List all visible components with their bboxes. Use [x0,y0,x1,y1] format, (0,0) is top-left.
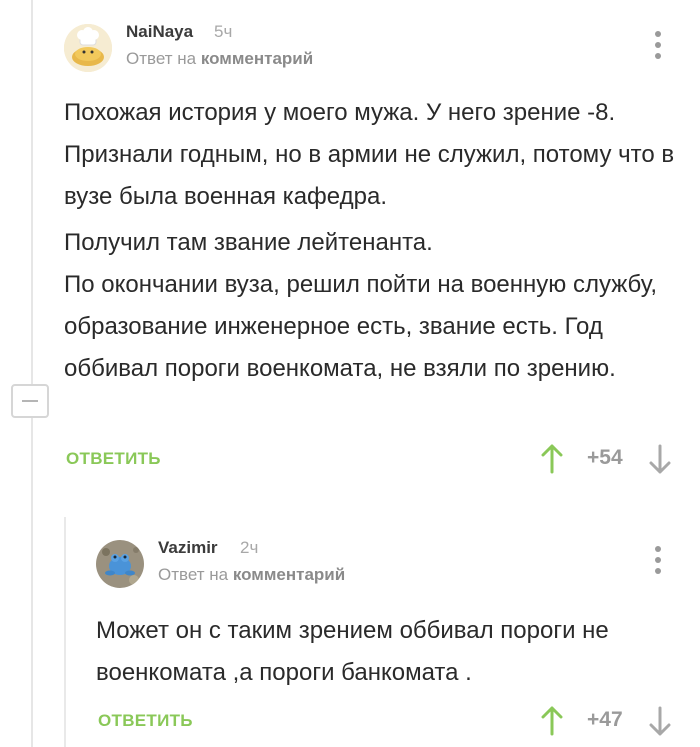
avatar[interactable] [96,540,144,588]
frog-avatar-icon [96,540,144,588]
collapse-thread-button[interactable] [11,384,49,418]
comment-paragraph: Получил там звание лейтенанта. По оконча… [64,229,658,382]
reply-to-link[interactable]: комментарий [201,49,313,68]
timestamp: 2ч [240,538,259,557]
reply-button[interactable]: ОТВЕТИТЬ [98,711,193,731]
avatar[interactable] [64,24,112,72]
thread-line [31,0,33,747]
comment-body: Может он с таким зрением оббивал пороги … [96,610,676,694]
reply-to-link[interactable]: комментарий [233,565,345,584]
comment-paragraph: Похожая история у моего мужа. У него зре… [64,99,675,210]
comment-body: Похожая история у моего мужа. У него зре… [64,92,676,390]
more-icon[interactable] [653,546,663,576]
username[interactable]: Vazimir [158,538,218,558]
rating-value: +54 [587,446,623,469]
vote-down-icon[interactable] [648,706,672,736]
reply-to: Ответ на комментарий [126,49,313,69]
vote-up-icon[interactable] [540,444,564,474]
reply-to-prefix: Ответ на [158,565,229,584]
reply-button[interactable]: ОТВЕТИТЬ [66,449,161,469]
collapse-icon [22,400,38,402]
vote-down-icon[interactable] [648,444,672,474]
nested-thread-line [64,517,66,747]
more-icon[interactable] [653,31,663,61]
comment-paragraph: Может он с таким зрением оббивал пороги … [96,617,609,686]
reply-to: Ответ на комментарий [158,565,345,585]
chef-avatar-icon [64,24,112,72]
timestamp: 5ч [214,22,233,41]
reply-to-prefix: Ответ на [126,49,197,68]
username[interactable]: NaiNaya [126,22,193,42]
rating-value: +47 [587,708,623,731]
vote-up-icon[interactable] [540,706,564,736]
